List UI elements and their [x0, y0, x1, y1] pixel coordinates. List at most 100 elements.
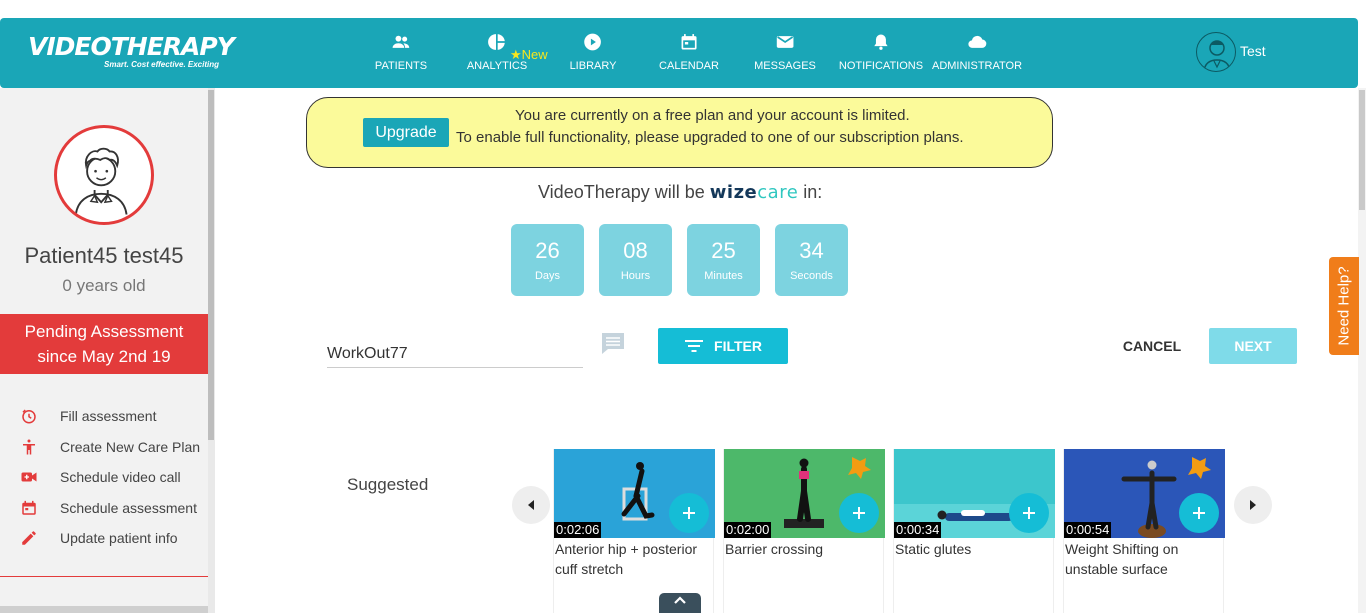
filter-icon — [685, 340, 704, 352]
calendar-icon — [0, 499, 60, 517]
video-card[interactable]: 0:00:54 Weight Shifting on unstable surf… — [1063, 449, 1225, 613]
video-duration: 0:00:34 — [894, 522, 942, 538]
video-icon — [0, 468, 60, 486]
cloud-icon — [932, 32, 1022, 54]
video-duration: 0:02:00 — [724, 522, 772, 538]
page-scrollbar[interactable] — [1358, 88, 1366, 613]
wizecare-logo: wizecare — [709, 182, 799, 203]
announcement-suffix: in: — [803, 182, 823, 202]
plus-icon — [853, 507, 865, 519]
patient-age: 0 years old — [62, 276, 146, 295]
filter-button[interactable]: FILTER — [658, 328, 788, 364]
countdown-days-value: 26 — [535, 238, 560, 263]
menu-schedule-assessment-label: Schedule assessment — [60, 499, 197, 516]
star-icon: ★ — [510, 47, 522, 62]
scroll-to-top-button[interactable] — [659, 593, 701, 613]
nav-administrator[interactable]: ADMINISTRATOR — [932, 32, 1022, 76]
top-navigation-bar: VIDEOTHERAPY Smart. Cost effective. Exci… — [0, 18, 1358, 88]
new-feature-badge: ★New — [510, 47, 548, 63]
nav-notifications[interactable]: NOTIFICATIONS — [839, 32, 923, 76]
new-badge-label: New — [521, 47, 548, 62]
add-video-button[interactable] — [1009, 493, 1049, 533]
menu-create-care-plan-label: Create New Care Plan — [60, 438, 201, 455]
sidebar-divider — [0, 576, 208, 577]
video-card[interactable]: 0:00:34 Static glutes — [893, 449, 1055, 613]
video-title: Static glutes — [895, 541, 972, 557]
menu-fill-assessment[interactable]: Fill assessment — [0, 401, 208, 432]
countdown-days: 26 Days — [511, 224, 584, 296]
video-duration: 0:02:06 — [554, 522, 602, 538]
sidebar-footer-bar — [0, 606, 208, 613]
nav-calendar[interactable]: CALENDAR — [659, 32, 719, 76]
play-circle-icon — [570, 32, 617, 54]
video-title: Weight Shifting on unstable surface — [1065, 541, 1179, 577]
page-scrollbar-thumb[interactable] — [1359, 90, 1365, 210]
nav-messages[interactable]: MESSAGES — [754, 32, 816, 76]
comment-icon[interactable] — [600, 331, 626, 355]
menu-create-care-plan[interactable]: Create New Care Plan — [0, 432, 208, 463]
patient-avatar — [54, 125, 154, 225]
wizecare-logo-part1: wize — [709, 182, 758, 203]
next-button[interactable]: NEXT — [1209, 328, 1297, 364]
nav-notifications-label: NOTIFICATIONS — [838, 60, 924, 72]
need-help-label: Need Help? — [1335, 266, 1353, 346]
chevron-right-icon — [1250, 500, 1256, 510]
status-line-2: since May 2nd 19 — [37, 347, 171, 366]
nav-library[interactable]: LIBRARY — [569, 32, 617, 76]
menu-schedule-assessment[interactable]: Schedule assessment — [0, 493, 208, 524]
countdown-hours: 08 Hours — [599, 224, 672, 296]
logo-tagline: Smart. Cost effective. Exciting — [104, 60, 219, 69]
add-video-button[interactable] — [839, 493, 879, 533]
accessibility-icon — [0, 438, 60, 456]
user-menu[interactable]: Test — [1196, 32, 1266, 72]
timer-icon — [0, 407, 60, 425]
nav-patients-label: PATIENTS — [374, 60, 428, 72]
countdown-minutes: 25 Minutes — [687, 224, 760, 296]
sidebar-scrollbar[interactable] — [208, 88, 215, 613]
envelope-icon — [754, 32, 816, 54]
calendar-icon — [659, 32, 719, 54]
video-title: Anterior hip + posterior cuff stretch — [555, 541, 698, 577]
banner-line-2: To enable full functionality, please upg… — [456, 129, 964, 146]
nav-library-label: LIBRARY — [569, 60, 617, 72]
carousel-prev-button[interactable] — [512, 486, 550, 524]
nav-administrator-label: ADMINISTRATOR — [931, 60, 1023, 72]
sidebar-scrollbar-thumb[interactable] — [208, 90, 214, 440]
video-thumbnail[interactable]: 0:00:34 — [894, 449, 1055, 538]
cancel-button[interactable]: CANCEL — [1112, 328, 1192, 364]
wizecare-logo-part2: care — [757, 182, 799, 203]
doctor-avatar — [1196, 32, 1236, 72]
video-card[interactable]: 0:02:06 Anterior hip + posterior cuff st… — [553, 449, 715, 613]
nav-patients[interactable]: PATIENTS — [375, 32, 427, 76]
countdown-hours-value: 08 — [623, 238, 648, 263]
countdown-minutes-label: Minutes — [704, 270, 743, 282]
video-card[interactable]: 0:02:00 Barrier crossing — [723, 449, 885, 613]
bell-icon — [839, 32, 923, 54]
workout-name-input[interactable] — [327, 333, 583, 368]
patient-name: Patient45 test45 — [24, 243, 184, 268]
suggested-heading: Suggested — [347, 475, 429, 494]
video-title: Barrier crossing — [725, 541, 824, 557]
menu-schedule-video-call[interactable]: Schedule video call — [0, 462, 208, 493]
rebrand-announcement: VideoTherapy will be wizecare in: — [538, 182, 822, 203]
countdown-seconds-label: Seconds — [790, 270, 833, 282]
add-video-button[interactable] — [669, 493, 709, 533]
menu-update-patient-info[interactable]: Update patient info — [0, 523, 208, 554]
status-line-1: Pending Assessment — [24, 322, 184, 341]
menu-fill-assessment-label: Fill assessment — [60, 408, 157, 425]
countdown-seconds: 34 Seconds — [775, 224, 848, 296]
people-icon — [375, 32, 427, 54]
video-thumbnail[interactable]: 0:00:54 — [1064, 449, 1225, 538]
need-help-tab[interactable]: Need Help? — [1329, 257, 1359, 355]
upgrade-button[interactable]: Upgrade — [363, 118, 449, 147]
videotherapy-logo[interactable]: VIDEOTHERAPY Smart. Cost effective. Exci… — [28, 34, 235, 69]
video-thumbnail[interactable]: 0:02:00 — [724, 449, 885, 538]
carousel-next-button[interactable] — [1234, 486, 1272, 524]
patient-sidebar: Patient45 test45 0 years old Pending Ass… — [0, 88, 208, 613]
assessment-status-banner: Pending Assessment since May 2nd 19 — [0, 314, 208, 374]
free-plan-banner: Upgrade You are currently on a free plan… — [306, 97, 1053, 168]
add-video-button[interactable] — [1179, 493, 1219, 533]
menu-schedule-video-call-label: Schedule video call — [60, 469, 181, 486]
video-thumbnail[interactable]: 0:02:06 — [554, 449, 715, 538]
nav-messages-label: MESSAGES — [754, 60, 816, 72]
